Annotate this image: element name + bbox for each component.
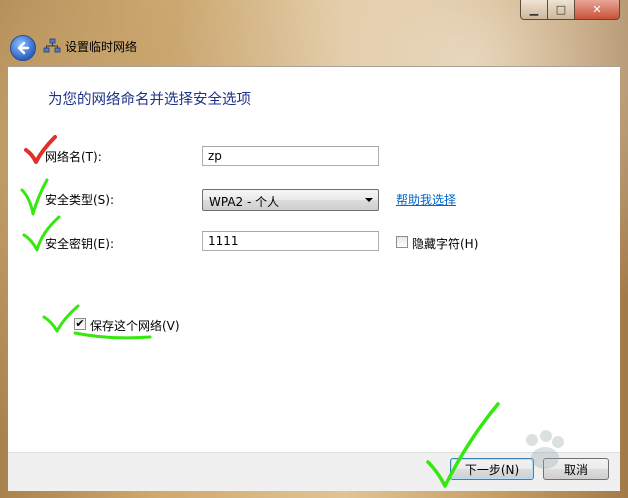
security-type-select[interactable]: WPA2 - 个人 [202, 189, 379, 211]
security-type-label: 安全类型(S): [45, 193, 115, 207]
hide-characters-checkbox[interactable] [396, 236, 408, 248]
save-network-checkbox[interactable]: ✔ [74, 318, 86, 330]
network-icon [43, 38, 61, 53]
security-key-input[interactable]: 1111 [202, 231, 379, 251]
network-name-input[interactable]: zp [202, 146, 379, 166]
hide-characters-label: 隐藏字符(H) [412, 237, 479, 251]
minimize-icon: ▁ [529, 3, 539, 16]
security-type-value: WPA2 - 个人 [209, 195, 280, 209]
save-network-label: 保存这个网络(V) [90, 319, 180, 333]
watermark-logo [526, 430, 564, 469]
dialog-content [8, 66, 620, 453]
minimize-button[interactable]: ▁ [520, 0, 548, 20]
back-arrow-icon [17, 41, 30, 55]
window-title: 设置临时网络 [65, 40, 138, 54]
back-button[interactable] [10, 35, 36, 61]
maximize-button[interactable]: □ [548, 0, 575, 20]
page-heading: 为您的网络命名并选择安全选项 [48, 92, 251, 108]
security-key-label: 安全密钥(E): [45, 237, 114, 251]
close-icon: ✕ [592, 3, 602, 16]
title-bar-buttons: ▁ □ ✕ [520, 0, 620, 20]
maximize-icon: □ [555, 3, 567, 16]
dropdown-arrow-icon [365, 198, 373, 202]
checkmark-icon: ✔ [75, 317, 85, 330]
close-button[interactable]: ✕ [575, 0, 620, 20]
network-name-label: 网络名(T): [45, 150, 102, 164]
help-me-choose-link[interactable]: 帮助我选择 [396, 191, 456, 208]
